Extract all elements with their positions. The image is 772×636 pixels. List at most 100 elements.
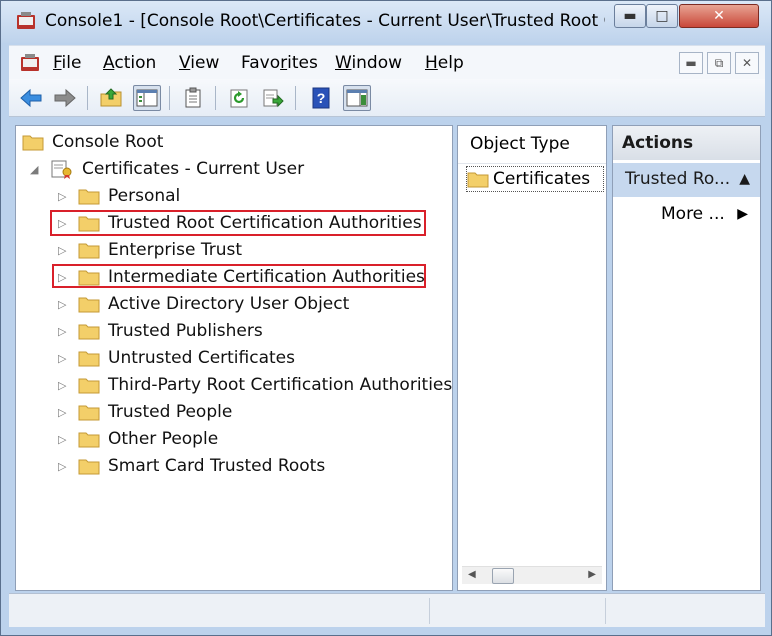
tree-node-active-directory-user-object[interactable]: ▷ Active Directory User Object	[58, 292, 349, 316]
maximize-button[interactable]: □	[646, 4, 678, 28]
menu-window[interactable]: Window	[335, 53, 402, 73]
column-header-object-type[interactable]: Object Type	[458, 126, 606, 164]
more-actions-item[interactable]: More ... ▶	[613, 202, 760, 230]
forward-icon	[54, 88, 76, 108]
minimize-icon: ▬	[623, 8, 637, 24]
window-title: Console1 - [Console Root\Certificates - …	[45, 11, 605, 31]
minimize-button[interactable]: ▬	[614, 4, 646, 28]
menu-favorites-pre: Favo	[241, 53, 281, 73]
title-bar[interactable]: Console1 - [Console Root\Certificates - …	[1, 1, 771, 43]
chevron-right-icon: ▶	[737, 206, 748, 222]
close-icon: ✕	[741, 56, 753, 70]
tree-node-intermediate-certification-authorities[interactable]: ▷ Intermediate Certification Authorities	[58, 265, 425, 289]
expand-arrow-icon[interactable]: ▷	[58, 460, 72, 473]
menu-favorites[interactable]: Favorites	[241, 53, 318, 73]
close-button[interactable]: ✕	[679, 4, 759, 28]
folder-icon	[78, 270, 100, 286]
list-item-label: Certificates	[493, 169, 591, 189]
list-item-certificates[interactable]: Certificates	[466, 166, 604, 192]
tree-node-trusted-root-certification-authorities[interactable]: ▷ Trusted Root Certification Authorities	[58, 211, 422, 235]
horizontal-scrollbar[interactable]: ◀ ▶	[462, 566, 602, 584]
menu-help-accel: H	[425, 53, 438, 73]
expand-arrow-icon[interactable]: ▷	[58, 271, 72, 284]
refresh-button[interactable]	[225, 85, 253, 111]
console-tree-pane[interactable]: Console Root ◢ Certificates - Current Us…	[15, 125, 453, 591]
tree-node-label: Active Directory User Object	[108, 294, 350, 314]
scroll-left-icon[interactable]: ◀	[468, 569, 476, 580]
tree-node-label: Console Root	[52, 132, 164, 152]
child-close-button[interactable]: ✕	[735, 52, 759, 74]
tree-node-untrusted-certificates[interactable]: ▷ Untrusted Certificates	[58, 346, 295, 370]
up-folder-icon	[100, 88, 122, 107]
tree-node-third-party-root-certification-authorities[interactable]: ▷ Third-Party Root Certification Authorit…	[58, 373, 452, 397]
tree-node-personal[interactable]: ▷ Personal	[58, 184, 180, 208]
back-button[interactable]	[17, 85, 45, 111]
show-hide-console-tree-button[interactable]	[133, 85, 161, 111]
expand-arrow-icon[interactable]: ▷	[58, 379, 72, 392]
collapse-arrow-icon[interactable]: ◢	[30, 163, 44, 176]
expand-arrow-icon[interactable]: ▷	[58, 433, 72, 446]
tree-node-trusted-people[interactable]: ▷ Trusted People	[58, 400, 232, 424]
tree-node-smart-card-trusted-roots[interactable]: ▷ Smart Card Trusted Roots	[58, 454, 325, 478]
folder-icon	[78, 297, 100, 313]
certificates-snapin-icon	[51, 160, 72, 179]
export-list-button[interactable]	[259, 85, 287, 111]
status-bar	[9, 593, 765, 627]
tree-node-label: Trusted People	[108, 402, 233, 422]
tree-node-label: Personal	[108, 186, 181, 206]
expand-arrow-icon[interactable]: ▷	[58, 244, 72, 257]
expand-arrow-icon[interactable]: ▷	[58, 190, 72, 203]
menu-bar: File Action View Favorites Window Help ▬…	[9, 45, 765, 79]
refresh-icon	[230, 89, 248, 108]
folder-icon	[78, 243, 100, 259]
tree-node-enterprise-trust[interactable]: ▷ Enterprise Trust	[58, 238, 242, 262]
show-hide-action-pane-button[interactable]	[343, 85, 371, 111]
actions-pane: Actions Trusted Ro... ▲ More ... ▶	[612, 125, 761, 591]
properties-button[interactable]	[179, 85, 207, 111]
up-one-level-button[interactable]	[97, 85, 125, 111]
menu-view[interactable]: View	[179, 53, 219, 73]
tree-node-certificates-current-user[interactable]: ◢ Certificates - Current User	[30, 157, 304, 181]
tree-node-label: Enterprise Trust	[108, 240, 243, 260]
tree-node-label: Other People	[108, 429, 219, 449]
maximize-icon: □	[655, 8, 669, 24]
menu-view-rest: iew	[190, 53, 220, 73]
expand-arrow-icon[interactable]: ▷	[58, 217, 72, 230]
folder-icon	[78, 378, 100, 394]
mmc-window: Console1 - [Console Root\Certificates - …	[0, 0, 772, 636]
menu-action[interactable]: Action	[103, 53, 156, 73]
toolbar: ?	[9, 79, 765, 117]
child-minimize-button[interactable]: ▬	[679, 52, 703, 74]
tree-node-label: Untrusted Certificates	[108, 348, 295, 368]
console-menu-icon[interactable]	[19, 52, 41, 74]
tree-node-other-people[interactable]: ▷ Other People	[58, 427, 218, 451]
folder-icon	[467, 172, 489, 188]
folder-icon	[78, 459, 100, 475]
expand-arrow-icon[interactable]: ▷	[58, 406, 72, 419]
expand-arrow-icon[interactable]: ▷	[58, 298, 72, 311]
tree-node-console-root[interactable]: Console Root	[22, 130, 163, 154]
menu-help-rest: elp	[437, 53, 464, 73]
restore-icon: ⧉	[714, 55, 724, 70]
menu-action-accel: A	[103, 53, 115, 73]
collapse-up-icon[interactable]: ▲	[739, 171, 750, 187]
folder-icon	[78, 189, 100, 205]
help-button[interactable]: ?	[307, 85, 335, 111]
menu-file[interactable]: File	[53, 53, 81, 73]
show-hide-tree-icon	[136, 89, 158, 107]
scroll-right-icon[interactable]: ▶	[588, 569, 596, 580]
menu-file-accel: F	[53, 53, 62, 73]
menu-help[interactable]: Help	[425, 53, 464, 73]
tree-node-label: Third-Party Root Certification Authoriti…	[108, 375, 453, 395]
child-restore-button[interactable]: ⧉	[707, 52, 731, 74]
expand-arrow-icon[interactable]: ▷	[58, 352, 72, 365]
toolbar-separator	[169, 86, 170, 110]
folder-icon	[78, 432, 100, 448]
actions-section-trusted-root[interactable]: Trusted Ro... ▲	[613, 163, 760, 197]
results-pane[interactable]: Object Type Certificates ◀ ▶	[457, 125, 607, 591]
mmc-app-icon[interactable]	[15, 10, 37, 32]
forward-button[interactable]	[51, 85, 79, 111]
scrollbar-thumb[interactable]	[492, 568, 514, 584]
expand-arrow-icon[interactable]: ▷	[58, 325, 72, 338]
tree-node-trusted-publishers[interactable]: ▷ Trusted Publishers	[58, 319, 263, 343]
